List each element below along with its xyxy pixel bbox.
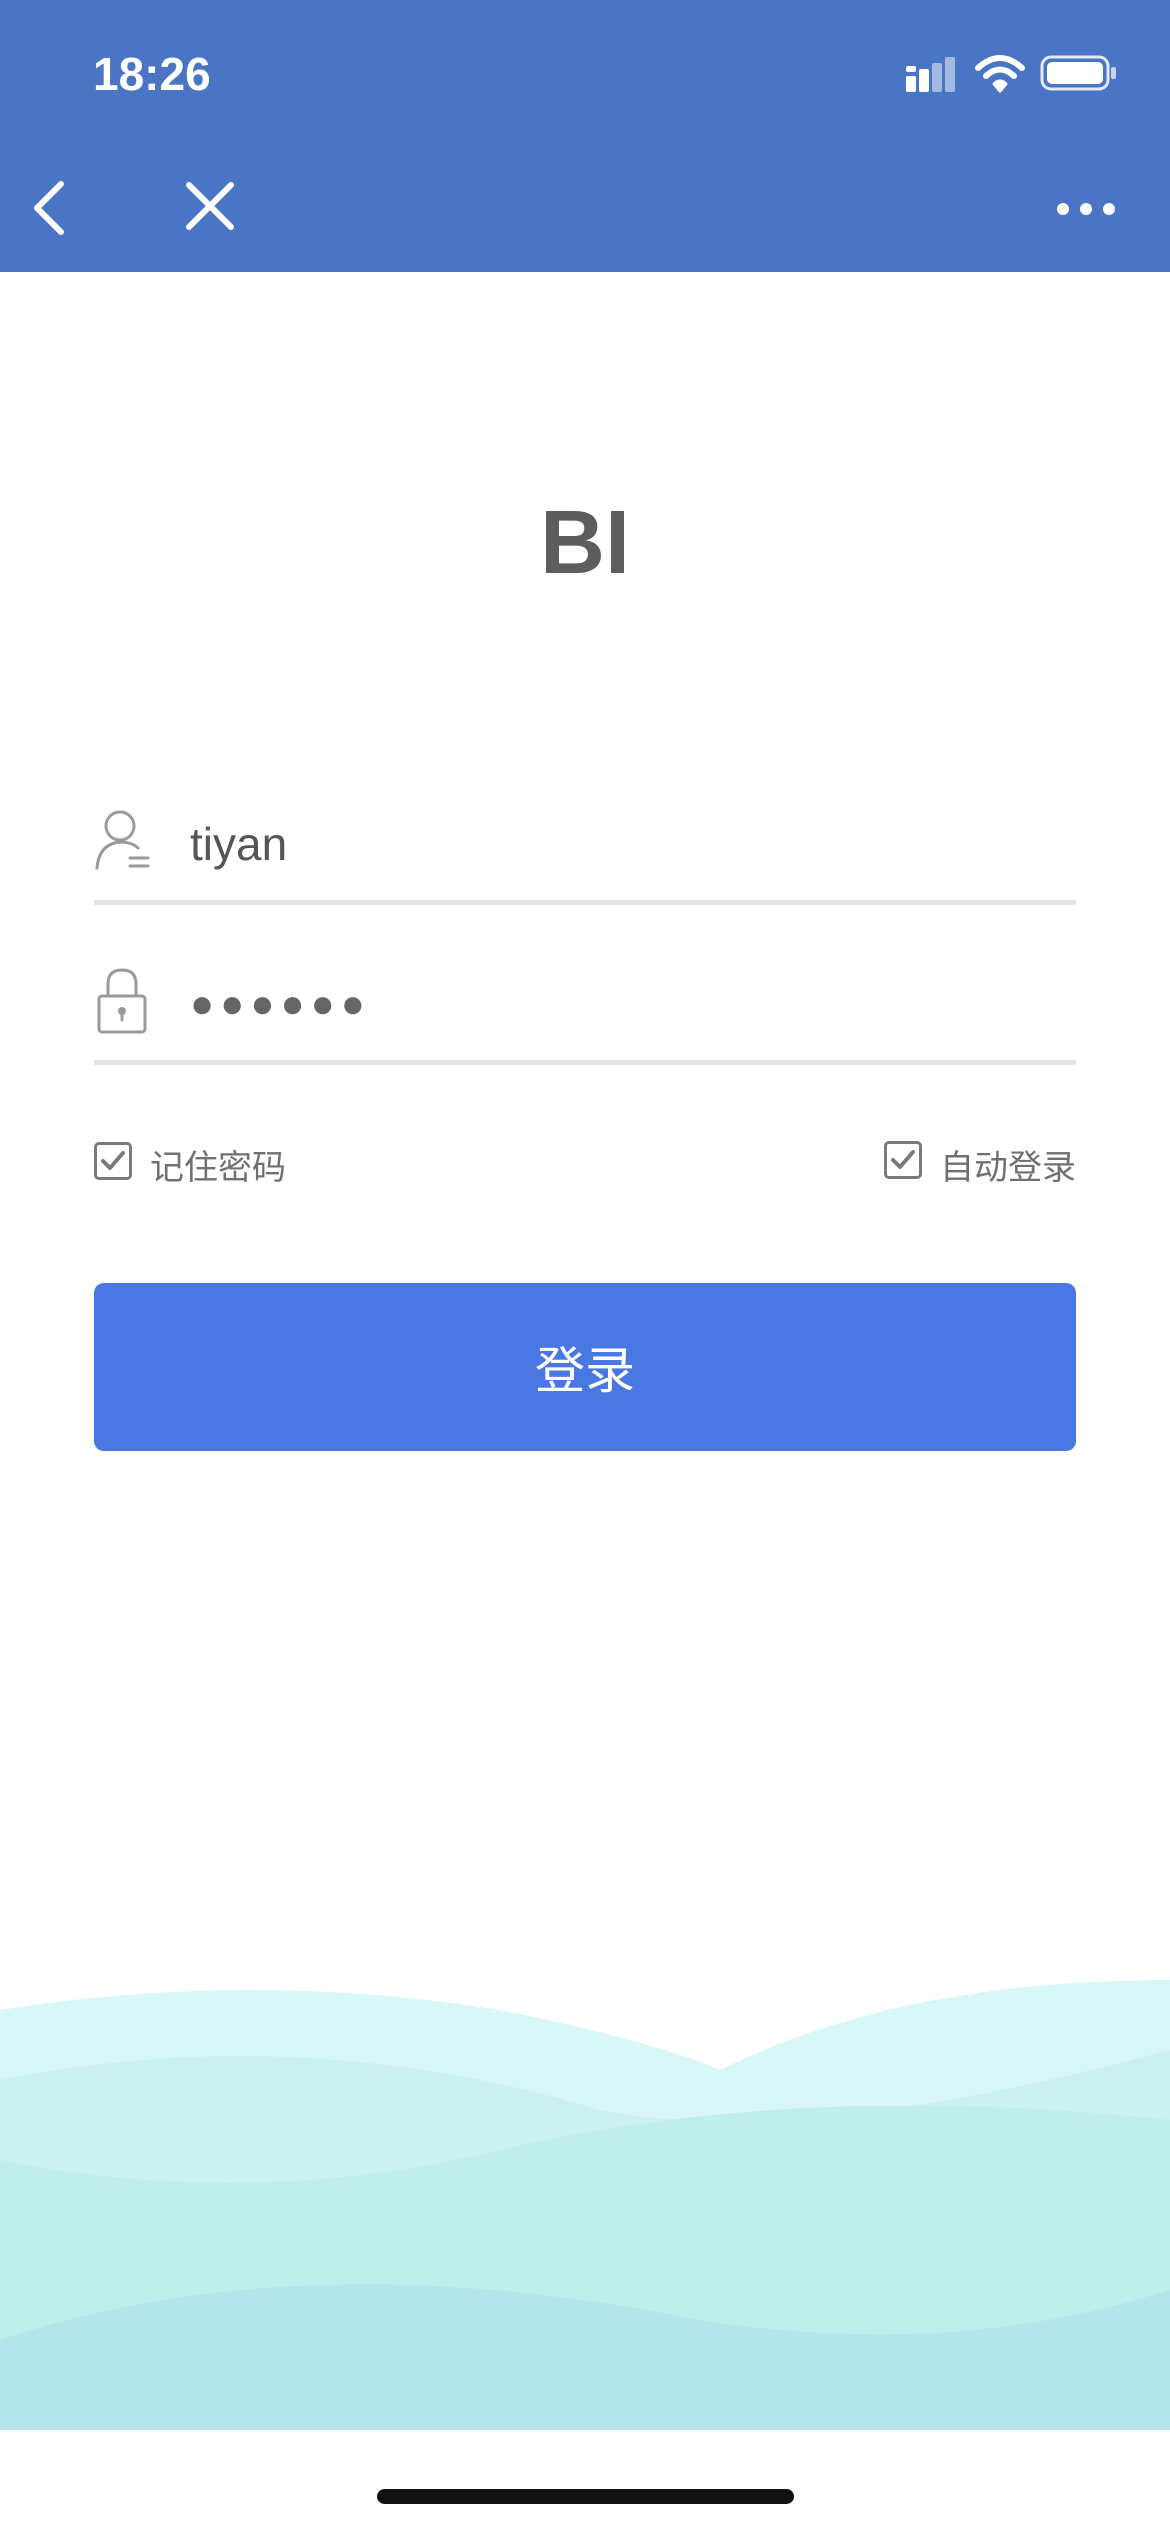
back-button[interactable] bbox=[14, 170, 84, 246]
user-icon bbox=[95, 810, 150, 870]
home-indicator bbox=[377, 2489, 794, 2504]
checkbox-box[interactable] bbox=[94, 1142, 132, 1180]
checkmark-icon bbox=[891, 1150, 915, 1169]
more-dots-icon bbox=[1057, 203, 1115, 215]
remember-password-checkbox[interactable]: 记住密码 bbox=[94, 1134, 286, 1194]
battery-icon bbox=[1040, 55, 1116, 91]
login-button[interactable]: 登录 bbox=[94, 1283, 1076, 1451]
auto-login-checkbox[interactable]: 自动登录 bbox=[884, 1134, 1076, 1194]
password-input[interactable]: ●●●●●● bbox=[190, 974, 1050, 1034]
remember-password-label: 记住密码 bbox=[150, 1147, 286, 1188]
wave-decoration bbox=[0, 1980, 1170, 2430]
auto-login-label: 自动登录 bbox=[940, 1147, 1076, 1188]
checkbox-box[interactable] bbox=[884, 1141, 922, 1179]
wifi-icon bbox=[975, 55, 1025, 93]
username-field[interactable] bbox=[94, 790, 1076, 905]
password-field[interactable]: ●●●●●● bbox=[94, 950, 1076, 1065]
close-icon bbox=[186, 182, 234, 230]
close-button[interactable] bbox=[172, 168, 248, 244]
app-title: BI bbox=[540, 493, 630, 593]
lock-icon bbox=[97, 968, 147, 1034]
status-time: 18:26 bbox=[93, 48, 211, 100]
username-input[interactable] bbox=[190, 814, 1050, 874]
checkmark-icon bbox=[101, 1151, 125, 1170]
more-button[interactable] bbox=[1040, 184, 1132, 234]
header-bar: 18:26 bbox=[0, 0, 1170, 272]
status-icons bbox=[900, 52, 1120, 98]
chevron-left-icon bbox=[34, 181, 64, 235]
signal-icon bbox=[906, 57, 955, 92]
